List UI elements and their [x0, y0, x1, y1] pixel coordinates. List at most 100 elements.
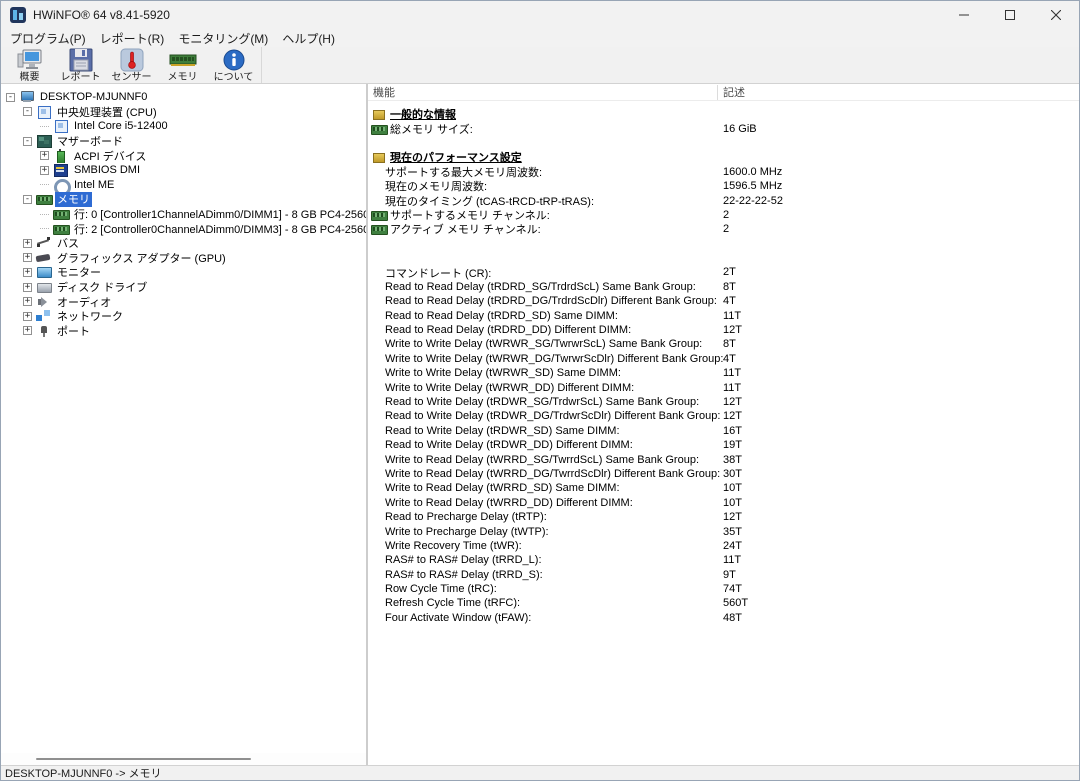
feature-label: Read to Read Delay (tRDRD_DD) Different …: [385, 324, 631, 336]
details-item-row[interactable]: Read to Write Delay (tRDWR_DD) Different…: [368, 438, 1079, 452]
details-item-row[interactable]: Read to Read Delay (tRDRD_SD) Same DIMM:…: [368, 308, 1079, 322]
details-item-row[interactable]: Read to Read Delay (tRDRD_DG/TrdrdScDlr)…: [368, 294, 1079, 308]
tree-item[interactable]: Intel ME: [1, 178, 366, 193]
summary-button[interactable]: 概要: [4, 47, 55, 83]
details-item-row[interactable]: Write to Precharge Delay (tWTP):35T: [368, 524, 1079, 538]
tree-item-label: ネットワーク: [55, 309, 125, 324]
menu-monitoring[interactable]: モニタリング(M): [171, 29, 275, 48]
tree-item[interactable]: -マザーボード: [1, 134, 366, 149]
tree-item[interactable]: + ネットワーク: [1, 309, 366, 324]
details-section-row[interactable]: 一般的な情報: [368, 107, 1079, 121]
tree-item[interactable]: +モニター: [1, 265, 366, 280]
details-item-row[interactable]: コマンドレート (CR):2T: [368, 265, 1079, 279]
feature-label: Read to Precharge Delay (tRTP):: [385, 511, 547, 523]
minimize-button[interactable]: [941, 1, 987, 29]
network-icon: [36, 310, 52, 322]
details-item-row[interactable]: Row Cycle Time (tRC):74T: [368, 582, 1079, 596]
expand-icon[interactable]: +: [23, 326, 32, 335]
details-item-row[interactable]: Write to Read Delay (tWRRD_DG/TwrrdScDlr…: [368, 467, 1079, 481]
description-value: 12T: [723, 324, 742, 336]
expand-icon[interactable]: +: [40, 166, 49, 175]
expand-icon[interactable]: +: [40, 151, 49, 160]
tree-horizontal-scrollbar[interactable]: [1, 753, 366, 765]
tree-item[interactable]: +ディスク ドライブ: [1, 280, 366, 295]
details-item-row[interactable]: Write to Write Delay (tWRWR_SD) Same DIM…: [368, 366, 1079, 380]
description-value: 11T: [723, 367, 741, 379]
menu-report[interactable]: レポート(R): [93, 29, 172, 48]
details-item-row[interactable]: Write to Read Delay (tWRRD_DD) Different…: [368, 496, 1079, 510]
collapse-icon[interactable]: -: [23, 137, 32, 146]
tree-item[interactable]: Intel Core i5-12400: [1, 119, 366, 134]
description-value: 16T: [723, 425, 742, 437]
details-item-row[interactable]: Read to Read Delay (tRDRD_DD) Different …: [368, 323, 1079, 337]
details-item-row[interactable]: Write to Read Delay (tWRRD_SD) Same DIMM…: [368, 481, 1079, 495]
memory-button[interactable]: メモリ: [157, 47, 208, 83]
expand-icon[interactable]: +: [23, 297, 32, 306]
details-item-row[interactable]: Read to Precharge Delay (tRTP):12T: [368, 510, 1079, 524]
details-item-row[interactable]: Read to Write Delay (tRDWR_SG/TrdwrScL) …: [368, 395, 1079, 409]
details-item-row[interactable]: サポートするメモリ チャンネル:2: [368, 208, 1079, 222]
tree-item[interactable]: +オーディオ: [1, 294, 366, 309]
description-value: 8T: [723, 281, 736, 293]
collapse-icon[interactable]: -: [23, 107, 32, 116]
report-button[interactable]: レポート: [55, 47, 106, 83]
details-item-row[interactable]: 現在のタイミング (tCAS-tRCD-tRP-tRAS):22-22-22-5…: [368, 193, 1079, 207]
tree-item[interactable]: -メモリ: [1, 192, 366, 207]
tree-item[interactable]: +グラフィックス アダプター (GPU): [1, 251, 366, 266]
details-item-row[interactable]: Four Activate Window (tFAW):48T: [368, 611, 1079, 625]
tree-item[interactable]: +SMBIOS DMI: [1, 163, 366, 178]
details-item-row[interactable]: 現在のメモリ周波数:1596.5 MHz: [368, 179, 1079, 193]
menu-help[interactable]: ヘルプ(H): [275, 29, 342, 48]
description-value: 4T: [723, 295, 736, 307]
tree-item[interactable]: +ACPI デバイス: [1, 148, 366, 163]
tree-item[interactable]: 行: 2 [Controller0ChannelADimm0/DIMM3] - …: [1, 221, 366, 236]
details-item-row[interactable]: Read to Write Delay (tRDWR_SD) Same DIMM…: [368, 424, 1079, 438]
collapse-icon[interactable]: -: [6, 93, 15, 102]
expand-icon[interactable]: +: [23, 239, 32, 248]
tree-item-label: 行: 2 [Controller0ChannelADimm0/DIMM3] - …: [72, 221, 366, 236]
details-item-row[interactable]: Read to Write Delay (tRDWR_DG/TrdwrScDlr…: [368, 409, 1079, 423]
details-item-row[interactable]: 総メモリ サイズ:16 GiB: [368, 121, 1079, 135]
details-item-row[interactable]: RAS# to RAS# Delay (tRRD_L):11T: [368, 553, 1079, 567]
details-spacer-row: [368, 251, 1079, 265]
details-item-row[interactable]: アクティブ メモリ チャンネル:2: [368, 222, 1079, 236]
details-spacer-row: [368, 136, 1079, 150]
tree-item[interactable]: 行: 0 [Controller1ChannelADimm0/DIMM1] - …: [1, 207, 366, 222]
feature-label: Read to Read Delay (tRDRD_SG/TrdrdScL) S…: [385, 281, 696, 293]
expand-icon[interactable]: +: [23, 253, 32, 262]
details-item-row[interactable]: Write to Write Delay (tWRWR_SG/TwrwrScL)…: [368, 337, 1079, 351]
description-value: 560T: [723, 597, 748, 609]
scrollbar-thumb[interactable]: [36, 758, 251, 760]
collapse-icon[interactable]: -: [23, 195, 32, 204]
description-value: 12T: [723, 396, 742, 408]
description-value: 74T: [723, 583, 742, 595]
details-section-row[interactable]: 現在のパフォーマンス設定: [368, 150, 1079, 164]
tree-item[interactable]: + ポート: [1, 324, 366, 339]
tree-item-label: ポート: [55, 324, 92, 339]
tree-item[interactable]: +バス: [1, 236, 366, 251]
disk-icon: [36, 281, 52, 293]
details-item-row[interactable]: Write to Read Delay (tWRRD_SG/TwrrdScL) …: [368, 452, 1079, 466]
tree-item[interactable]: -DESKTOP-MJUNNF0: [1, 90, 366, 105]
expand-icon[interactable]: +: [23, 312, 32, 321]
close-button[interactable]: [1033, 1, 1079, 29]
sensors-button[interactable]: センサー: [106, 47, 157, 83]
details-item-row[interactable]: サポートする最大メモリ周波数:1600.0 MHz: [368, 165, 1079, 179]
details-item-row[interactable]: Read to Read Delay (tRDRD_SG/TrdrdScL) S…: [368, 280, 1079, 294]
tree-item[interactable]: - 中央処理装置 (CPU): [1, 105, 366, 120]
summary-computer-icon: [17, 48, 43, 72]
details-item-row[interactable]: RAS# to RAS# Delay (tRRD_S):9T: [368, 568, 1079, 582]
expand-icon[interactable]: +: [23, 268, 32, 277]
tree-item-label: 中央処理装置 (CPU): [55, 105, 159, 120]
menu-program[interactable]: プログラム(P): [3, 29, 93, 48]
maximize-button[interactable]: [987, 1, 1033, 29]
column-divider[interactable]: [717, 85, 718, 100]
details-rows: 一般的な情報総メモリ サイズ:16 GiB 現在のパフォーマンス設定サポートする最…: [368, 101, 1079, 625]
details-item-row[interactable]: Write Recovery Time (tWR):24T: [368, 539, 1079, 553]
expand-icon[interactable]: +: [23, 283, 32, 292]
details-item-row[interactable]: Write to Write Delay (tWRWR_DG/TwrwrScDl…: [368, 352, 1079, 366]
feature-label: Write to Write Delay (tWRWR_DG/TwrwrScDl…: [385, 353, 723, 365]
about-button[interactable]: について: [208, 47, 259, 83]
details-item-row[interactable]: Refresh Cycle Time (tRFC):560T: [368, 596, 1079, 610]
details-item-row[interactable]: Write to Write Delay (tWRWR_DD) Differen…: [368, 380, 1079, 394]
